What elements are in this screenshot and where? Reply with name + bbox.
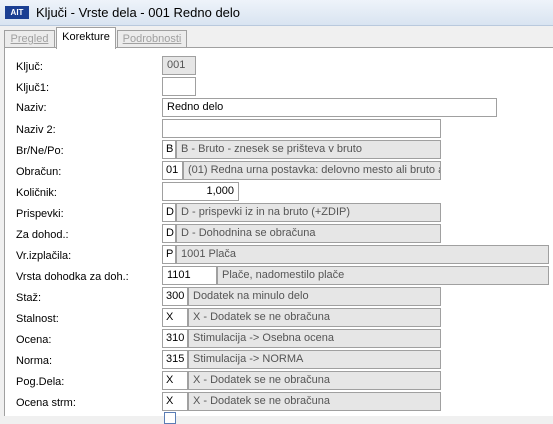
pog-dela-desc: X - Dodatek se ne obračuna (188, 371, 441, 390)
label-prispevki: Prispevki: (16, 208, 64, 220)
naziv-field[interactable]: Redno delo (162, 98, 497, 117)
label-naziv: Naziv: (16, 102, 47, 114)
kolicnik-field[interactable]: 1,000 (162, 182, 239, 201)
label-vrsta-dohodka: Vrsta dohodka za doh.: (16, 271, 129, 283)
br-ne-po-desc: B - Bruto - znesek se prišteva v bruto (176, 140, 441, 159)
tab-korekture[interactable]: Korekture (56, 27, 116, 49)
pog-dela-code[interactable]: X (162, 371, 188, 390)
za-dohod-code[interactable]: D (162, 224, 176, 243)
title-bar: AIT Ključi - Vrste dela - 001 Redno delo (0, 0, 553, 26)
label-kljuc: Ključ: (16, 61, 43, 73)
label-kljuc1: Ključ1: (16, 82, 50, 94)
label-staz: Staž: (16, 292, 42, 304)
obracun-code[interactable]: 01 (162, 161, 183, 180)
app-logo-icon: AIT (5, 6, 29, 19)
label-br-ne-po: Br/Ne/Po: (16, 145, 64, 157)
br-ne-po-code[interactable]: B (162, 140, 176, 159)
stalnost-desc: X - Dodatek se ne obračuna (188, 308, 441, 327)
ocena-code[interactable]: 310 (162, 329, 188, 348)
ocena-desc: Stimulacija -> Osebna ocena (188, 329, 441, 348)
staz-desc: Dodatek na minulo delo (188, 287, 441, 306)
za-dohod-desc: D - Dohodnina se obračuna (176, 224, 441, 243)
vr-izplacila-desc: 1001 Plača (176, 245, 549, 264)
label-za-dohod: Za dohod.: (16, 229, 69, 241)
prispevki-desc: D - prispevki iz in na bruto (+ZDIP) (176, 203, 441, 222)
label-vr-izplacila: Vr.izplačila: (16, 250, 72, 262)
staz-code[interactable]: 300 (162, 287, 188, 306)
window-title: Ključi - Vrste dela - 001 Redno delo (36, 5, 241, 20)
tab-pregled[interactable]: Pregled (4, 30, 55, 48)
label-ocena-strm: Ocena strm: (16, 397, 76, 409)
vrsta-dohodka-code[interactable]: 1101 (162, 266, 217, 285)
label-stalnost: Stalnost: (16, 313, 59, 325)
naziv2-field[interactable] (162, 119, 441, 138)
label-norma: Norma: (16, 355, 53, 367)
kljuc1-field[interactable] (162, 77, 196, 96)
partial-checkbox[interactable] (164, 412, 176, 424)
label-ocena: Ocena: (16, 334, 52, 346)
kljuc-field: 001 (162, 56, 196, 75)
label-pog-dela: Pog.Dela: (16, 376, 65, 388)
tab-podrobnosti[interactable]: Podrobnosti (117, 30, 187, 48)
vr-izplacila-code[interactable]: P (162, 245, 176, 264)
norma-desc: Stimulacija -> NORMA (188, 350, 441, 369)
norma-code[interactable]: 315 (162, 350, 188, 369)
label-kolicnik: Količnik: (16, 187, 57, 199)
vrsta-dohodka-desc: Plače, nadomestilo plače (217, 266, 549, 285)
label-naziv2: Naziv 2: (16, 124, 56, 136)
tab-strip: Pregled Korekture Podrobnosti (0, 26, 553, 49)
prispevki-code[interactable]: D (162, 203, 176, 222)
obracun-desc: (01) Redna urna postavka: delovno mesto … (183, 161, 441, 180)
ocena-strm-desc: X - Dodatek se ne obračuna (188, 392, 441, 411)
label-obracun: Obračun: (16, 166, 62, 178)
ocena-strm-code[interactable]: X (162, 392, 188, 411)
stalnost-code[interactable]: X (162, 308, 188, 327)
